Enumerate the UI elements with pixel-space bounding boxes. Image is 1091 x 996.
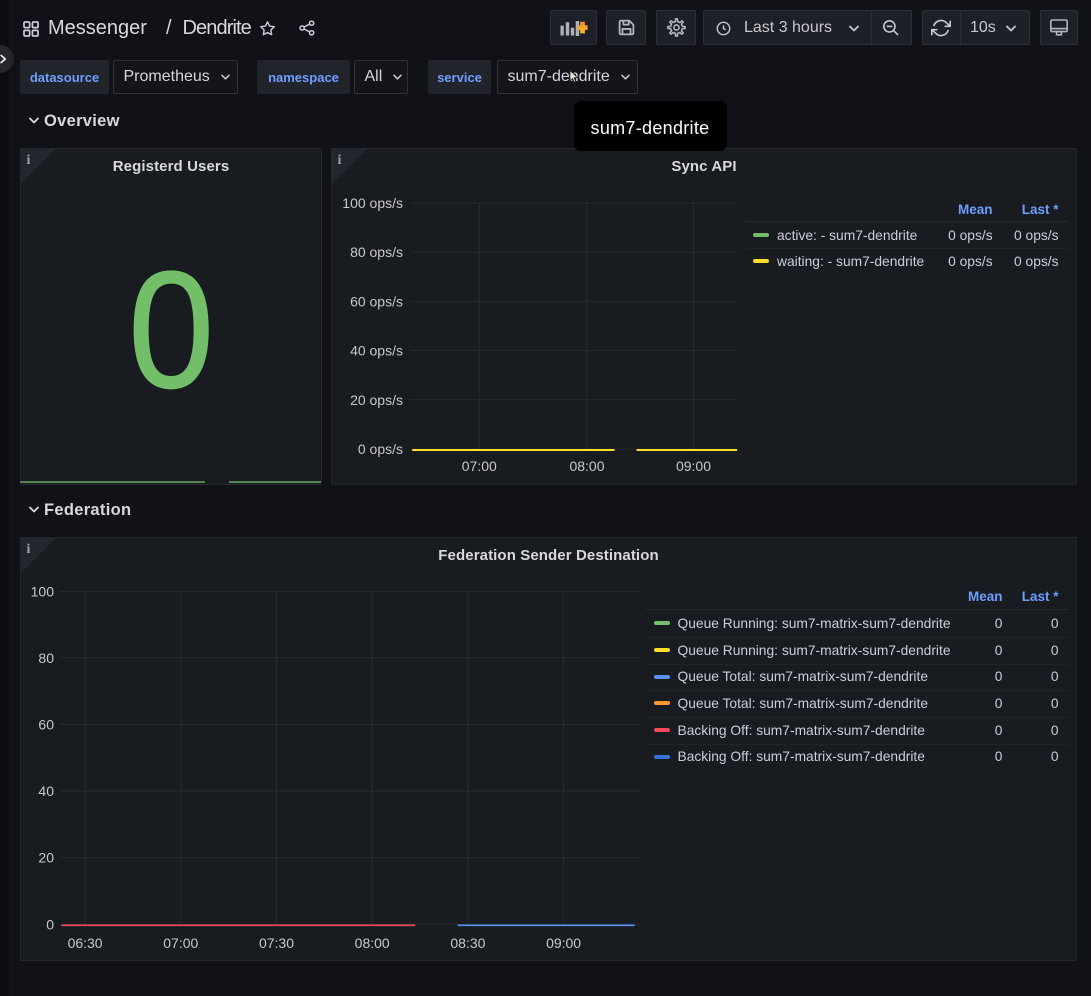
svg-text:40: 40: [38, 783, 54, 799]
svg-text:80: 80: [38, 650, 54, 666]
svg-text:08:30: 08:30: [450, 935, 485, 951]
svg-text:08:00: 08:00: [355, 935, 390, 951]
svg-text:09:00: 09:00: [676, 458, 711, 474]
svg-text:0: 0: [46, 916, 54, 932]
svg-text:07:00: 07:00: [163, 935, 198, 951]
svg-text:20 ops/s: 20 ops/s: [350, 392, 403, 408]
svg-text:100 ops/s: 100 ops/s: [342, 195, 403, 211]
svg-text:06:30: 06:30: [68, 935, 103, 951]
svg-text:60 ops/s: 60 ops/s: [350, 293, 403, 309]
svg-text:08:00: 08:00: [569, 458, 604, 474]
svg-text:100: 100: [31, 583, 55, 599]
svg-text:80 ops/s: 80 ops/s: [350, 244, 403, 260]
svg-text:20: 20: [38, 850, 54, 866]
svg-text:60: 60: [38, 717, 54, 733]
svg-text:40 ops/s: 40 ops/s: [350, 343, 403, 359]
svg-text:09:00: 09:00: [546, 935, 581, 951]
svg-text:07:30: 07:30: [259, 935, 294, 951]
svg-text:07:00: 07:00: [462, 458, 497, 474]
svg-text:0 ops/s: 0 ops/s: [358, 441, 403, 457]
